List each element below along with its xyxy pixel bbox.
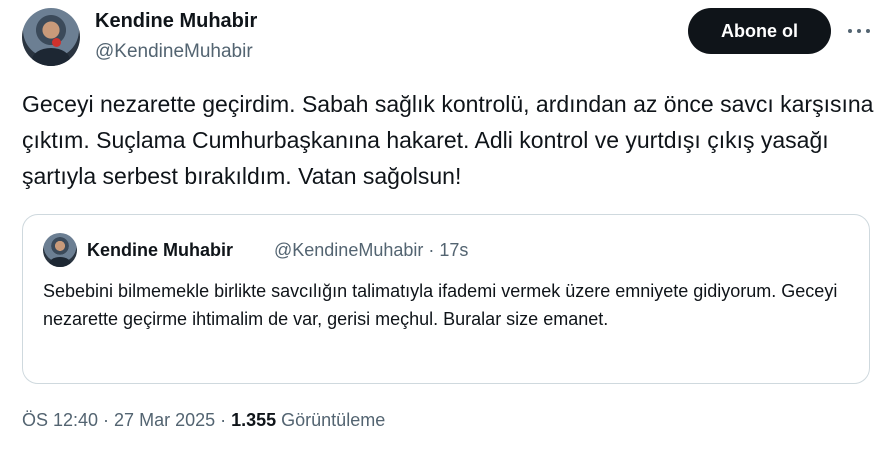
tweet-header: Kendine Muhabir @KendineMuhabir Abone ol bbox=[22, 8, 882, 68]
tweet-footer: ÖS 12:40 · 27 Mar 2025 · 1.355 Görüntüle… bbox=[22, 410, 385, 431]
timestamp[interactable]: ÖS 12:40 · 27 Mar 2025 · bbox=[22, 410, 231, 430]
views-count: 1.355 bbox=[231, 410, 277, 430]
quoted-tweet-card[interactable]: Kendine Muhabir @KendineMuhabir · 17s Se… bbox=[22, 214, 870, 384]
dot bbox=[866, 29, 870, 33]
follow-button[interactable]: Abone ol bbox=[688, 8, 831, 54]
quoted-author-avatar bbox=[43, 233, 77, 267]
more-horizontal-icon[interactable] bbox=[844, 20, 874, 42]
avatar-shirt-graphic bbox=[32, 48, 70, 66]
avatar-shirt-graphic bbox=[49, 257, 71, 267]
tweet-text: Geceyi nezarette geçirdim. Sabah sağlık … bbox=[22, 91, 874, 189]
quoted-author-name: Kendine Muhabir bbox=[87, 240, 234, 260]
views-label: Görüntüleme bbox=[276, 410, 386, 430]
quoted-tweet-text: Sebebini bilmemekle birlikte savcılığın … bbox=[43, 281, 838, 329]
dot bbox=[848, 29, 852, 33]
author-name[interactable]: Kendine Muhabir bbox=[95, 10, 257, 33]
author-avatar[interactable] bbox=[22, 8, 80, 66]
quoted-author-meta: @KendineMuhabir · 17s bbox=[274, 240, 469, 260]
author-handle[interactable]: @KendineMuhabir bbox=[95, 41, 253, 63]
dot bbox=[857, 29, 861, 33]
microphone-graphic bbox=[52, 38, 61, 47]
